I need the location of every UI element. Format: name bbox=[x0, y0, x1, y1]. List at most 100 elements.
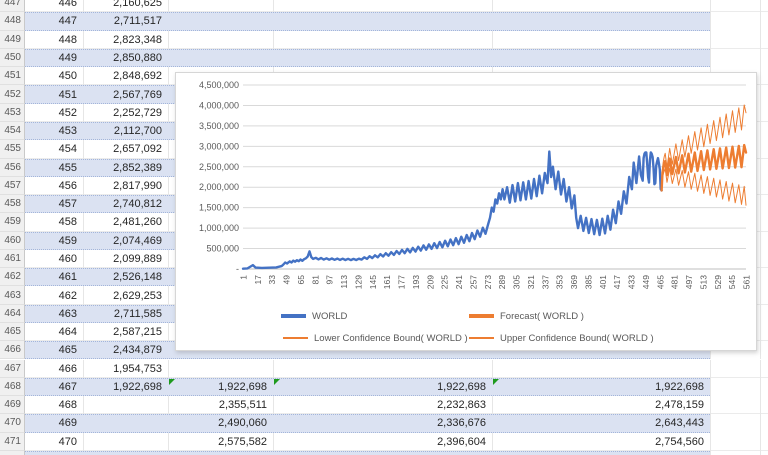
cell-B459[interactable]: 2,481,260 bbox=[83, 213, 168, 231]
row-header-452[interactable]: 452 bbox=[0, 85, 25, 104]
row-header-449[interactable]: 449 bbox=[0, 30, 25, 49]
row-header-470[interactable]: 470 bbox=[0, 414, 25, 433]
row-header-454[interactable]: 454 bbox=[0, 121, 25, 141]
cell-B452[interactable]: 2,567,769 bbox=[83, 85, 168, 103]
cell-A466[interactable]: 465 bbox=[25, 341, 83, 359]
cell-A460[interactable]: 459 bbox=[25, 232, 83, 250]
cell-B447[interactable]: 2,160,625 bbox=[83, 0, 168, 12]
cell-B453[interactable]: 2,252,729 bbox=[83, 104, 168, 122]
cell-B467[interactable]: 1,954,753 bbox=[83, 360, 168, 378]
row-header-460[interactable]: 460 bbox=[0, 231, 25, 250]
forecast-chart[interactable]: 4,500,000 4,000,000 3,500,000 3,000,000 2,50… bbox=[175, 72, 757, 351]
cell-B465[interactable]: 2,587,215 bbox=[83, 323, 168, 341]
cell-A464[interactable]: 463 bbox=[25, 305, 83, 323]
cell-A458[interactable]: 457 bbox=[25, 195, 83, 213]
cell-A461[interactable]: 460 bbox=[25, 250, 83, 268]
cell-B455[interactable]: 2,657,092 bbox=[83, 140, 168, 158]
column-gridline bbox=[710, 432, 711, 451]
column-gridline bbox=[168, 103, 169, 122]
cell-B461[interactable]: 2,099,889 bbox=[83, 250, 168, 268]
cell-A457[interactable]: 456 bbox=[25, 177, 83, 195]
cell-D470[interactable]: 2,336,676 bbox=[273, 414, 492, 432]
cell-B449[interactable]: 2,823,348 bbox=[83, 31, 168, 49]
cell-A470[interactable]: 469 bbox=[25, 414, 83, 432]
cell-A469[interactable]: 468 bbox=[25, 396, 83, 414]
cell-C470[interactable]: 2,490,060 bbox=[168, 414, 273, 432]
cell-D468[interactable]: 1,922,698 bbox=[273, 378, 492, 396]
cell-C471[interactable]: 2,575,582 bbox=[168, 433, 273, 451]
row-header-463[interactable]: 463 bbox=[0, 286, 25, 305]
cell-C468[interactable]: 1,922,698 bbox=[168, 378, 273, 396]
cell-A448[interactable]: 447 bbox=[25, 12, 83, 30]
error-flag-icon bbox=[493, 378, 499, 385]
legend-item-1[interactable]: Forecast( WORLD ) bbox=[469, 310, 584, 322]
row-header-448[interactable]: 448 bbox=[0, 12, 25, 31]
row-header-464[interactable]: 464 bbox=[0, 304, 25, 323]
x-axis-tick-label: 497 bbox=[684, 275, 694, 289]
x-axis-tick-label: 209 bbox=[425, 275, 435, 289]
cell-A468[interactable]: 467 bbox=[25, 378, 83, 396]
cell-A447[interactable]: 446 bbox=[25, 0, 83, 12]
cell-B466[interactable]: 2,434,879 bbox=[83, 341, 168, 359]
row-header-453[interactable]: 453 bbox=[0, 103, 25, 122]
row-header-461[interactable]: 461 bbox=[0, 249, 25, 269]
cell-A454[interactable]: 453 bbox=[25, 122, 83, 140]
row-header-451[interactable]: 451 bbox=[0, 67, 25, 86]
row-header-447[interactable]: 447 bbox=[0, 0, 25, 13]
cell-A463[interactable]: 462 bbox=[25, 286, 83, 304]
cell-B451[interactable]: 2,848,692 bbox=[83, 67, 168, 85]
cell-C469[interactable]: 2,355,511 bbox=[168, 396, 273, 414]
cell-B450[interactable]: 2,850,880 bbox=[83, 49, 168, 67]
cell-E471[interactable]: 2,754,560 bbox=[492, 433, 710, 451]
column-gridline bbox=[760, 30, 761, 49]
column-gridline bbox=[710, 12, 711, 31]
row-header-459[interactable]: 459 bbox=[0, 213, 25, 232]
cell-B463[interactable]: 2,629,253 bbox=[83, 286, 168, 304]
legend-item-0[interactable]: WORLD bbox=[281, 310, 347, 322]
cell-A467[interactable]: 466 bbox=[25, 360, 83, 378]
row-header-468[interactable]: 468 bbox=[0, 377, 25, 397]
cell-E469[interactable]: 2,478,159 bbox=[492, 396, 710, 414]
cell-B460[interactable]: 2,074,469 bbox=[83, 232, 168, 250]
cell-B454[interactable]: 2,112,700 bbox=[83, 122, 168, 140]
cell-A459[interactable]: 458 bbox=[25, 213, 83, 231]
cell-D471[interactable]: 2,396,604 bbox=[273, 433, 492, 451]
cell-A456[interactable]: 455 bbox=[25, 159, 83, 177]
column-gridline bbox=[710, 359, 711, 378]
cell-A465[interactable]: 464 bbox=[25, 323, 83, 341]
cell-A471[interactable]: 470 bbox=[25, 433, 83, 451]
cell-B464[interactable]: 2,711,585 bbox=[83, 305, 168, 323]
cell-A451[interactable]: 450 bbox=[25, 67, 83, 85]
cell-E470[interactable]: 2,643,443 bbox=[492, 414, 710, 432]
cell-B462[interactable]: 2,526,148 bbox=[83, 268, 168, 286]
cell-A450[interactable]: 449 bbox=[25, 49, 83, 67]
cell-B456[interactable]: 2,852,389 bbox=[83, 159, 168, 177]
cell-B448[interactable]: 2,711,517 bbox=[83, 12, 168, 30]
row-header-466[interactable]: 466 bbox=[0, 341, 25, 360]
cell-A452[interactable]: 451 bbox=[25, 85, 83, 103]
row-header-450[interactable]: 450 bbox=[0, 48, 25, 68]
row-header-456[interactable]: 456 bbox=[0, 158, 25, 177]
cell-A462[interactable]: 461 bbox=[25, 268, 83, 286]
row-header-455[interactable]: 455 bbox=[0, 140, 25, 159]
cell-B457[interactable]: 2,817,990 bbox=[83, 177, 168, 195]
cell-A453[interactable]: 452 bbox=[25, 104, 83, 122]
cell-A449[interactable]: 448 bbox=[25, 31, 83, 49]
legend-item-3[interactable]: Upper Confidence Bound( WORLD ) bbox=[469, 332, 654, 344]
cell-B468[interactable]: 1,922,698 bbox=[83, 378, 168, 396]
row-header-465[interactable]: 465 bbox=[0, 322, 25, 342]
cell-A455[interactable]: 454 bbox=[25, 140, 83, 158]
sheet-row-447: 446 2,160,625 447 bbox=[0, 0, 768, 13]
row-header-457[interactable]: 457 bbox=[0, 176, 25, 196]
row-header-471[interactable]: 471 bbox=[0, 432, 25, 451]
row-header-462[interactable]: 462 bbox=[0, 268, 25, 287]
row-header-472[interactable]: 472 bbox=[0, 450, 25, 455]
column-gridline bbox=[710, 30, 711, 49]
cell-D469[interactable]: 2,232,863 bbox=[273, 396, 492, 414]
legend-item-2[interactable]: Lower Confidence Bound( WORLD ) bbox=[283, 332, 468, 344]
row-header-469[interactable]: 469 bbox=[0, 396, 25, 415]
row-header-467[interactable]: 467 bbox=[0, 359, 25, 378]
cell-E468[interactable]: 1,922,698 bbox=[492, 378, 710, 396]
cell-B458[interactable]: 2,740,812 bbox=[83, 195, 168, 213]
row-header-458[interactable]: 458 bbox=[0, 195, 25, 214]
